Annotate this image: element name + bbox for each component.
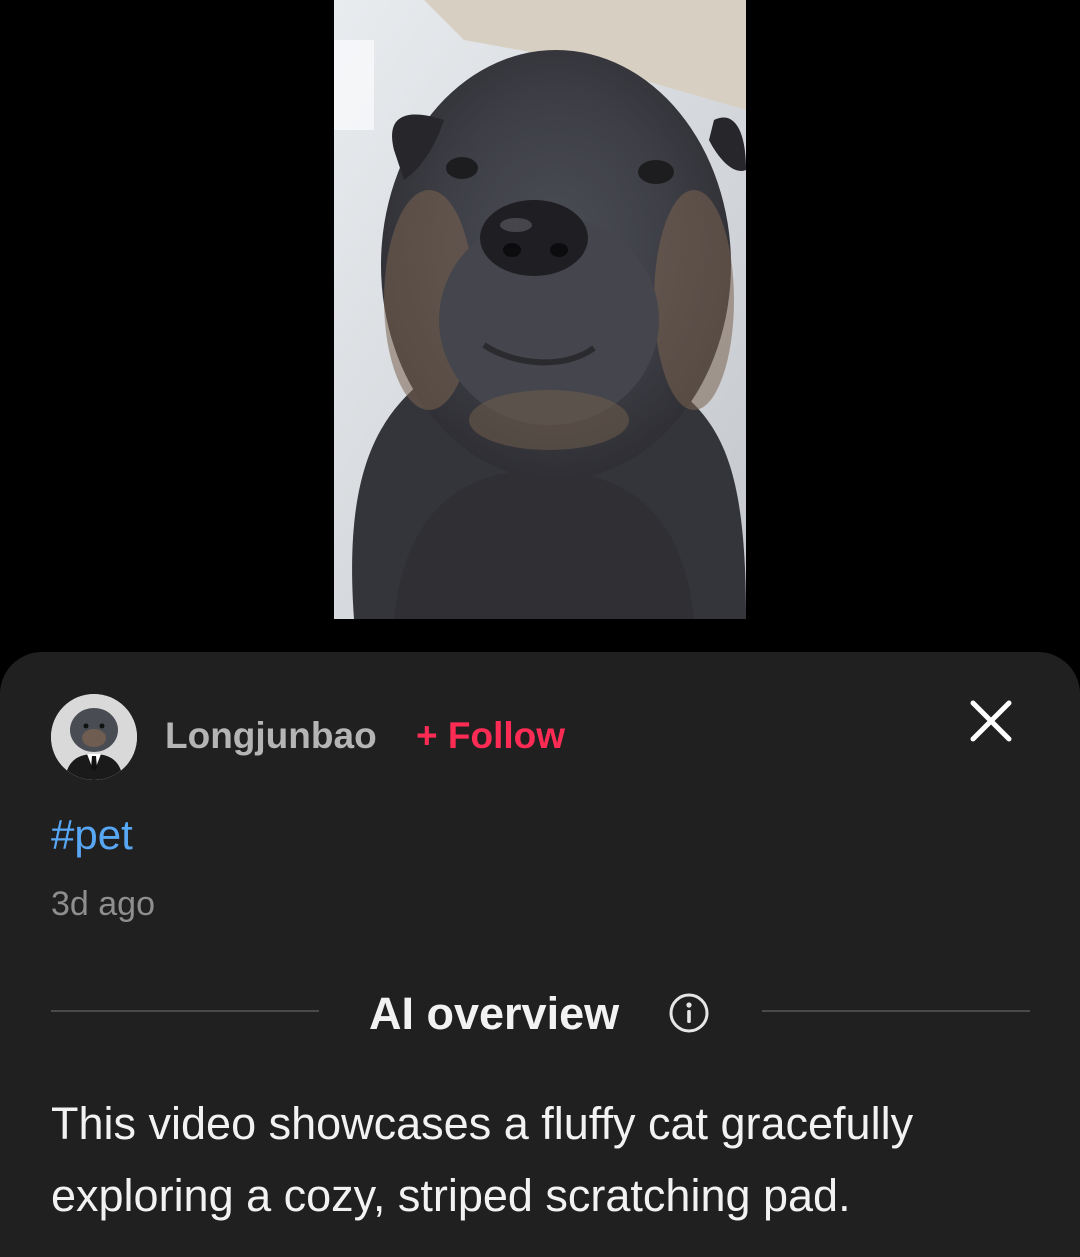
ai-overview-title: AI overview (369, 988, 620, 1039)
divider-right (762, 1010, 1030, 1012)
ai-overview-summary: This video showcases a fluffy cat gracef… (51, 1098, 914, 1221)
puppy-video-thumbnail (334, 0, 746, 619)
video-player[interactable] (0, 0, 1080, 652)
divider-left (51, 1010, 319, 1012)
close-icon[interactable] (964, 694, 1018, 748)
post-timestamp: 3d ago (51, 885, 155, 923)
hashtag-link[interactable]: #pet (51, 810, 133, 860)
username[interactable]: Longjunbao (165, 714, 377, 758)
user-avatar[interactable] (51, 694, 137, 780)
info-icon[interactable] (668, 992, 710, 1034)
follow-button[interactable]: + Follow (416, 714, 565, 758)
video-frame[interactable] (334, 0, 746, 619)
post-details-sheet: Longjunbao + Follow #pet 3d ago AI overv… (0, 652, 1080, 1257)
